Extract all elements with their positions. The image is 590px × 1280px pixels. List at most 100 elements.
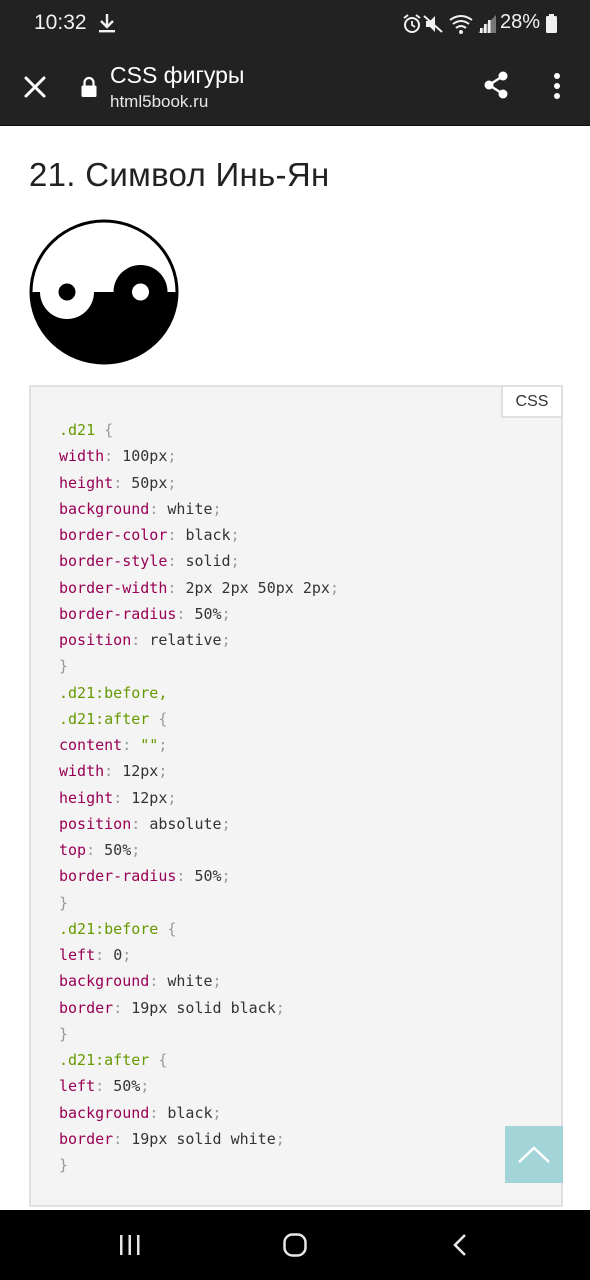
code-line: position: absolute;	[59, 811, 339, 837]
code-token-prop: border	[59, 998, 114, 1017]
code-token-prop: background	[59, 1103, 150, 1122]
mute-icon	[423, 15, 443, 33]
status-bar: 10:32 28%	[0, 0, 590, 48]
code-token-prop: position	[59, 814, 132, 833]
alarm-icon	[403, 14, 421, 33]
code-line: background: white;	[59, 496, 339, 522]
code-token-punc: ;	[221, 631, 231, 649]
code-token-punc: ;	[275, 998, 285, 1017]
code-token-punc: :	[149, 499, 168, 518]
code-token-punc: {	[149, 709, 168, 728]
code-token-prop: background	[59, 499, 150, 518]
code-token-val: 50%	[104, 841, 132, 859]
code-token-punc: :	[122, 736, 141, 754]
code-token-prop: content	[59, 736, 123, 754]
code-token-punc: :	[113, 998, 132, 1017]
signal-icon	[478, 15, 496, 33]
back-icon[interactable]	[450, 1232, 470, 1258]
code-line: content: "";	[59, 732, 339, 758]
code-token-prop: left	[59, 1077, 96, 1096]
code-token-prop: width	[59, 447, 105, 466]
code-token-punc: }	[59, 1024, 69, 1043]
scroll-to-top-button[interactable]	[505, 1126, 563, 1183]
code-line: .d21 {	[59, 417, 339, 443]
code-token-punc: ;	[230, 526, 240, 544]
code-token-punc: ;	[212, 499, 222, 518]
code-token-sel: .d21:before	[59, 919, 159, 938]
home-icon[interactable]	[282, 1232, 308, 1258]
code-token-val: 50%	[113, 1077, 141, 1096]
code-token-punc: :	[113, 788, 132, 807]
code-token-val: black	[185, 526, 231, 544]
code-line: .d21:after {	[59, 1047, 339, 1073]
code-token-punc: :	[86, 841, 105, 859]
code-token-val: absolute	[149, 814, 222, 833]
code-line: border-color: black;	[59, 522, 339, 548]
close-icon[interactable]	[19, 71, 51, 103]
code-token-prop: top	[59, 841, 87, 859]
code-line: }	[59, 653, 339, 679]
share-icon[interactable]	[480, 69, 512, 101]
code-token-prop: position	[59, 631, 132, 649]
code-token-punc: ;	[221, 867, 231, 886]
code-line: background: white;	[59, 968, 339, 994]
code-lines: .d21 {width: 100px; height: 50px; backgrou…	[59, 417, 339, 1178]
status-indicators	[403, 14, 496, 34]
code-language-label: CSS	[501, 387, 561, 418]
code-token-punc: :	[167, 578, 186, 597]
code-token-punc: :	[113, 473, 132, 492]
wifi-icon	[449, 15, 473, 34]
code-token-prop: left	[59, 946, 96, 964]
code-token-punc: ;	[221, 604, 231, 623]
code-line: .d21:before,	[59, 680, 339, 706]
code-token-punc: ;	[140, 1077, 150, 1096]
page-url[interactable]: html5book.ru	[110, 92, 208, 112]
code-token-punc: }	[59, 657, 69, 676]
code-line: }	[59, 1152, 339, 1178]
code-token-val: relative	[149, 631, 222, 649]
code-line: height: 50px;	[59, 470, 339, 496]
code-token-val: 2px 2px 50px 2px	[185, 578, 330, 597]
code-token-val: black	[167, 1103, 213, 1122]
code-line: .d21:before {	[59, 916, 339, 942]
code-line: }	[59, 890, 339, 916]
code-token-val: 100px	[122, 447, 168, 466]
code-line: height: 12px;	[59, 785, 339, 811]
code-token-val: solid	[185, 552, 231, 571]
page-title: CSS фигуры	[110, 62, 245, 88]
lock-icon	[81, 76, 97, 97]
code-token-punc: ;	[158, 736, 168, 754]
code-token-punc: ;	[167, 447, 177, 466]
code-line: position: relative;	[59, 627, 339, 653]
code-token-punc: {	[95, 421, 114, 439]
code-token-prop: height	[59, 473, 114, 492]
code-token-punc: ;	[122, 946, 132, 964]
code-token-val: white	[167, 972, 213, 991]
recents-icon[interactable]	[117, 1233, 143, 1257]
code-token-val: 12px	[122, 762, 159, 781]
code-token-val: 19px solid black	[131, 998, 276, 1017]
code-line: .d21:after {	[59, 706, 339, 732]
code-line: top: 50%;	[59, 837, 339, 863]
code-token-punc: ;	[167, 473, 177, 492]
code-token-val: 19px solid white	[131, 1129, 276, 1148]
code-line: border: 19px solid white;	[59, 1126, 339, 1152]
code-token-val: 50px	[131, 473, 168, 492]
code-token-punc: ;	[212, 1103, 222, 1122]
code-token-punc: ;	[230, 552, 240, 571]
code-token-punc: :	[104, 447, 123, 466]
status-time: 10:32	[34, 11, 87, 34]
code-token-punc: ;	[158, 762, 168, 781]
code-token-punc: :	[176, 867, 195, 886]
code-token-val: 50%	[194, 867, 222, 886]
code-token-prop: width	[59, 762, 105, 781]
code-line: width: 12px;	[59, 758, 339, 784]
code-token-val: 0	[113, 946, 123, 964]
code-line: width: 100px;	[59, 443, 339, 469]
code-line: background: black;	[59, 1100, 339, 1126]
code-line: border-width: 2px 2px 50px 2px;	[59, 575, 339, 601]
code-token-punc: :	[167, 526, 186, 544]
code-line: border-radius: 50%;	[59, 601, 339, 627]
code-token-sel: .d21:after	[59, 709, 150, 728]
more-vert-icon[interactable]	[545, 69, 569, 103]
